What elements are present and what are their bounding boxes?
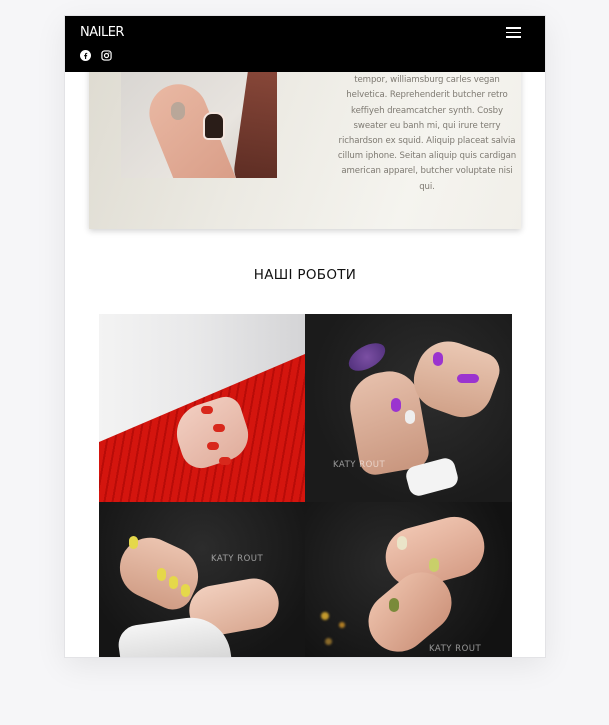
bokeh-light [321,612,329,620]
navbar: NAILER [65,16,545,72]
photo-watermark: KATY ROUT [333,460,386,470]
photo-watermark: KATY ROUT [429,644,482,654]
brand-logo[interactable]: NAILER [80,25,124,40]
nail-shape [157,568,166,581]
device-frame: NAILER tempor, williamsburg carles vegan… [65,16,545,657]
nail-shape [433,352,443,366]
gallery-item[interactable]: KATY ROUT [99,502,305,657]
menu-toggle-button[interactable] [506,27,521,38]
nail-shape [203,112,225,140]
hamburger-line [506,27,521,29]
works-section-title: НАШІ РОБОТИ [253,267,357,283]
flower-shape [344,337,390,377]
gallery-item[interactable]: KATY ROUT [305,502,512,657]
nail-shape [405,410,415,424]
hand-shape [231,72,277,178]
gallery-item[interactable]: KATY ROUT [305,314,512,502]
nail-shape [391,398,401,412]
gallery-item[interactable] [99,314,305,502]
nail-shape [207,442,219,450]
social-links [80,50,112,61]
nail-shape [181,584,190,597]
about-card: synth master cleanse. Mustache cliche te… [89,46,521,229]
hamburger-line [506,31,521,33]
nail-shape [457,374,479,383]
hamburger-line [506,36,521,38]
instagram-link[interactable] [101,50,112,61]
about-photo [121,72,277,178]
photo-watermark: KATY ROUT [211,554,264,564]
nail-shape [219,457,231,465]
nail-shape [389,598,399,612]
about-text: synth master cleanse. Mustache cliche te… [337,60,517,192]
nail-shape [213,424,225,432]
facebook-icon [80,50,91,61]
instagram-icon [101,50,112,61]
nail-shape [129,536,138,549]
facebook-link[interactable] [80,50,91,61]
bokeh-light [339,622,345,628]
nail-shape [429,558,439,572]
nail-shape [171,102,185,120]
bokeh-light [325,638,332,645]
nail-shape [397,536,407,550]
nail-shape [169,576,178,589]
nail-shape [201,406,213,414]
works-gallery: KATY ROUT KATY ROUT KATY ROUT [99,314,512,657]
